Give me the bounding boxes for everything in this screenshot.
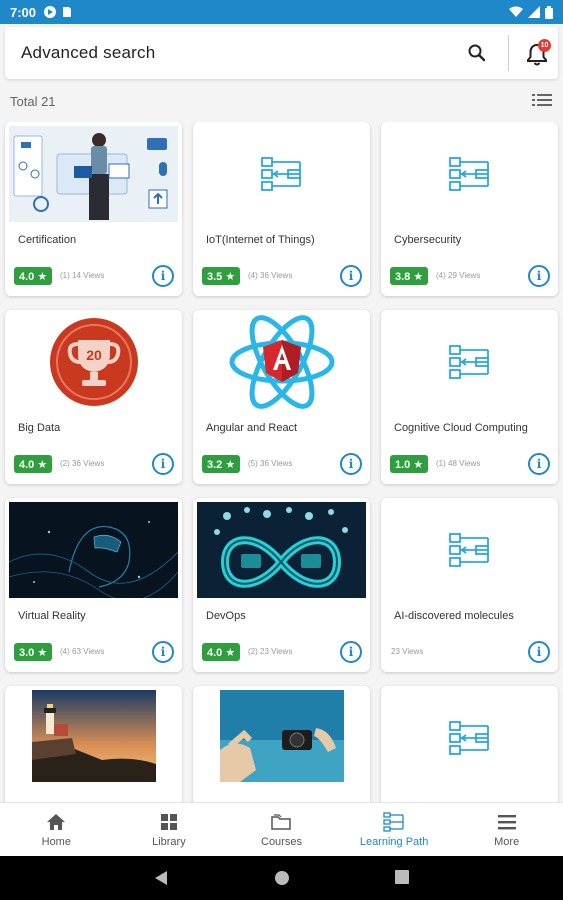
nav-home[interactable]: Home [0, 803, 113, 856]
learning-path-icon [385, 126, 554, 222]
views-count: (1) 14 Views [60, 271, 105, 280]
search-icon [468, 44, 486, 62]
info-icon[interactable]: i [340, 265, 362, 287]
lighthouse-image [32, 690, 156, 782]
notification-count-badge: 10 [538, 39, 551, 52]
search-divider [508, 35, 509, 71]
info-icon[interactable]: i [340, 453, 362, 475]
list-view-toggle[interactable] [532, 93, 552, 109]
views-count: (2) 36 Views [60, 459, 105, 468]
card-cybersecurity[interactable]: Cybersecurity 3.8 ★ (4) 29 Views i [381, 122, 558, 296]
devops-image [197, 502, 366, 598]
home-circle-icon[interactable] [274, 870, 290, 886]
learning-path-grid: Certification 4.0 ★ (1) 14 Views i IoT(I… [0, 122, 563, 802]
info-icon[interactable]: i [340, 641, 362, 663]
info-icon[interactable]: i [152, 453, 174, 475]
bottom-navigation: Home Library Courses Learning Path More [0, 802, 563, 856]
rating-badge: 3.0 ★ [14, 643, 53, 661]
nav-label: Learning Path [359, 835, 429, 848]
search-button[interactable] [463, 39, 491, 67]
rating-badge: 4.0 ★ [14, 455, 53, 473]
card-title: DevOps [206, 610, 246, 622]
views-count: (1) 48 Views [436, 459, 481, 468]
nav-learning-path[interactable]: Learning Path [338, 803, 451, 856]
nav-more[interactable]: More [450, 803, 563, 856]
card-title: Certification [18, 234, 77, 246]
status-bar: 7:00 [0, 0, 563, 24]
learning-path-icon [197, 126, 366, 222]
notifications-button[interactable]: 10 [523, 37, 553, 69]
sim-icon [63, 7, 72, 17]
grid-icon [160, 813, 177, 830]
results-header: Total 21 [0, 88, 563, 114]
rating-badge: 4.0 ★ [202, 643, 241, 661]
nav-courses[interactable]: Courses [225, 803, 338, 856]
views-count: (5) 36 Views [248, 459, 293, 468]
signal-icon [528, 6, 540, 18]
underwater-camera-image [220, 690, 344, 782]
learning-path-icon [385, 690, 554, 786]
card-title: Virtual Reality [18, 610, 86, 622]
views-count: 23 Views [391, 647, 424, 656]
rating-badge: 3.8 ★ [390, 267, 429, 285]
card-certification[interactable]: Certification 4.0 ★ (1) 14 Views i [5, 122, 182, 296]
views-count: (4) 36 Views [248, 271, 293, 280]
trophy-badge: 20 [9, 314, 178, 410]
card-title: Cybersecurity [394, 234, 462, 246]
nav-library[interactable]: Library [113, 803, 226, 856]
card-title: IoT(Internet of Things) [206, 234, 315, 246]
card-title: Big Data [18, 422, 61, 434]
rating-badge: 3.5 ★ [202, 267, 241, 285]
rating-badge: 1.0 ★ [390, 455, 429, 473]
views-count: (2) 23 Views [248, 647, 293, 656]
search-bar[interactable]: Advanced search 10 [5, 27, 558, 79]
nav-label: More [494, 835, 520, 848]
info-icon[interactable]: i [152, 641, 174, 663]
battery-icon [545, 5, 553, 19]
learning-path-icon [385, 502, 554, 598]
info-icon[interactable]: i [528, 453, 550, 475]
folder-icon [271, 813, 292, 830]
svg-text:20: 20 [86, 347, 102, 363]
card-devops[interactable]: DevOps 4.0 ★ (2) 23 Views i [193, 498, 370, 672]
info-icon[interactable]: i [152, 265, 174, 287]
rating-badge: 3.2 ★ [202, 455, 241, 473]
card-title: Cognitive Cloud Computing [394, 422, 528, 434]
learning-path-icon [383, 811, 404, 832]
info-icon[interactable]: i [528, 641, 550, 663]
recents-icon[interactable] [395, 870, 409, 884]
rating-badge: 4.0 ★ [14, 267, 53, 285]
card-virtual-reality[interactable]: Virtual Reality 3.0 ★ (4) 63 Views i [5, 498, 182, 672]
card-lighthouse[interactable] [5, 686, 182, 802]
card-big-data[interactable]: 20 Big Data 4.0 ★ (2) 36 Views i [5, 310, 182, 484]
total-count: Total 21 [10, 93, 56, 109]
learning-path-icon [385, 314, 554, 410]
card-angular-react[interactable]: Angular and React 3.2 ★ (5) 36 Views i [193, 310, 370, 484]
certification-illustration [9, 126, 178, 222]
menu-icon [497, 814, 516, 829]
card-title: Angular and React [206, 422, 298, 434]
system-navigation-bar [0, 856, 563, 900]
card-underwater[interactable] [193, 686, 370, 802]
list-icon [532, 94, 552, 106]
media-icon [44, 6, 57, 18]
views-count: (4) 29 Views [436, 271, 481, 280]
nav-label: Home [41, 835, 71, 848]
back-icon[interactable] [154, 870, 168, 886]
card-iot[interactable]: IoT(Internet of Things) 3.5 ★ (4) 36 Vie… [193, 122, 370, 296]
views-count: (4) 63 Views [60, 647, 105, 656]
card-cognitive-cloud[interactable]: Cognitive Cloud Computing 1.0 ★ (1) 48 V… [381, 310, 558, 484]
wifi-icon [509, 6, 523, 17]
info-icon[interactable]: i [528, 265, 550, 287]
angular-react-logo [197, 314, 366, 410]
home-icon [47, 813, 66, 830]
nav-label: Courses [261, 835, 302, 848]
vr-image [9, 502, 178, 598]
search-input[interactable]: Advanced search [21, 43, 155, 63]
card-learning-path[interactable] [381, 686, 558, 802]
status-time: 7:00 [10, 4, 37, 20]
nav-label: Library [152, 835, 186, 848]
card-ai-molecules[interactable]: AI-discovered molecules 23 Views i [381, 498, 558, 672]
card-title: AI-discovered molecules [394, 610, 514, 622]
